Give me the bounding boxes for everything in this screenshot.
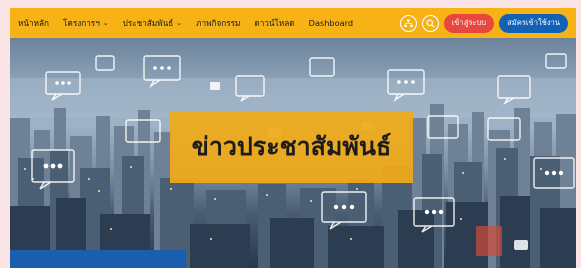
search-icon [426, 19, 435, 28]
nav-menu: หน้าหลัก โครงการฯ ⌄ ประชาสัมพันธ์ ⌄ ภาพก… [18, 17, 353, 30]
hero-blue-bar [10, 250, 186, 268]
nav-item-gallery[interactable]: ภาพกิจกรรม [196, 17, 240, 30]
nav-actions: เข้าสู่ระบบ สมัครเข้าใช้งาน [399, 13, 568, 33]
chevron-down-icon: ⌄ [176, 18, 183, 27]
chevron-down-icon: ⌄ [102, 18, 109, 27]
nav-item-label: หน้าหลัก [18, 17, 49, 28]
hero-title-box: ข่าวประชาสัมพันธ์ [170, 111, 413, 183]
login-button[interactable]: เข้าสู่ระบบ [443, 13, 495, 33]
nav-item-label: ภาพกิจกรรม [196, 17, 241, 28]
nav-item-label: ประชาสัมพันธ์ [122, 17, 174, 28]
hero-banner: ข่าวประชาสัมพันธ์ [10, 38, 576, 268]
search-button[interactable] [421, 14, 439, 32]
top-margin [0, 0, 581, 8]
nav-item-projects[interactable]: โครงการฯ ⌄ [63, 17, 109, 30]
main-navbar: หน้าหลัก โครงการฯ ⌄ ประชาสัมพันธ์ ⌄ ภาพก… [10, 8, 576, 38]
nav-item-news[interactable]: ประชาสัมพันธ์ ⌄ [123, 17, 182, 30]
nav-item-label: โครงการฯ [62, 17, 100, 28]
nav-item-download[interactable]: ดาวน์โหลด [254, 17, 294, 30]
nav-item-label: Dashboard [308, 18, 354, 28]
nav-item-home[interactable]: หน้าหลัก [18, 17, 49, 30]
sitemap-icon [403, 19, 413, 27]
register-button[interactable]: สมัครเข้าใช้งาน [499, 13, 568, 33]
nav-item-dashboard[interactable]: Dashboard [309, 18, 353, 28]
sitemap-button[interactable] [399, 14, 417, 32]
hero-title: ข่าวประชาสัมพันธ์ [191, 132, 392, 161]
nav-item-label: ดาวน์โหลด [254, 17, 295, 28]
